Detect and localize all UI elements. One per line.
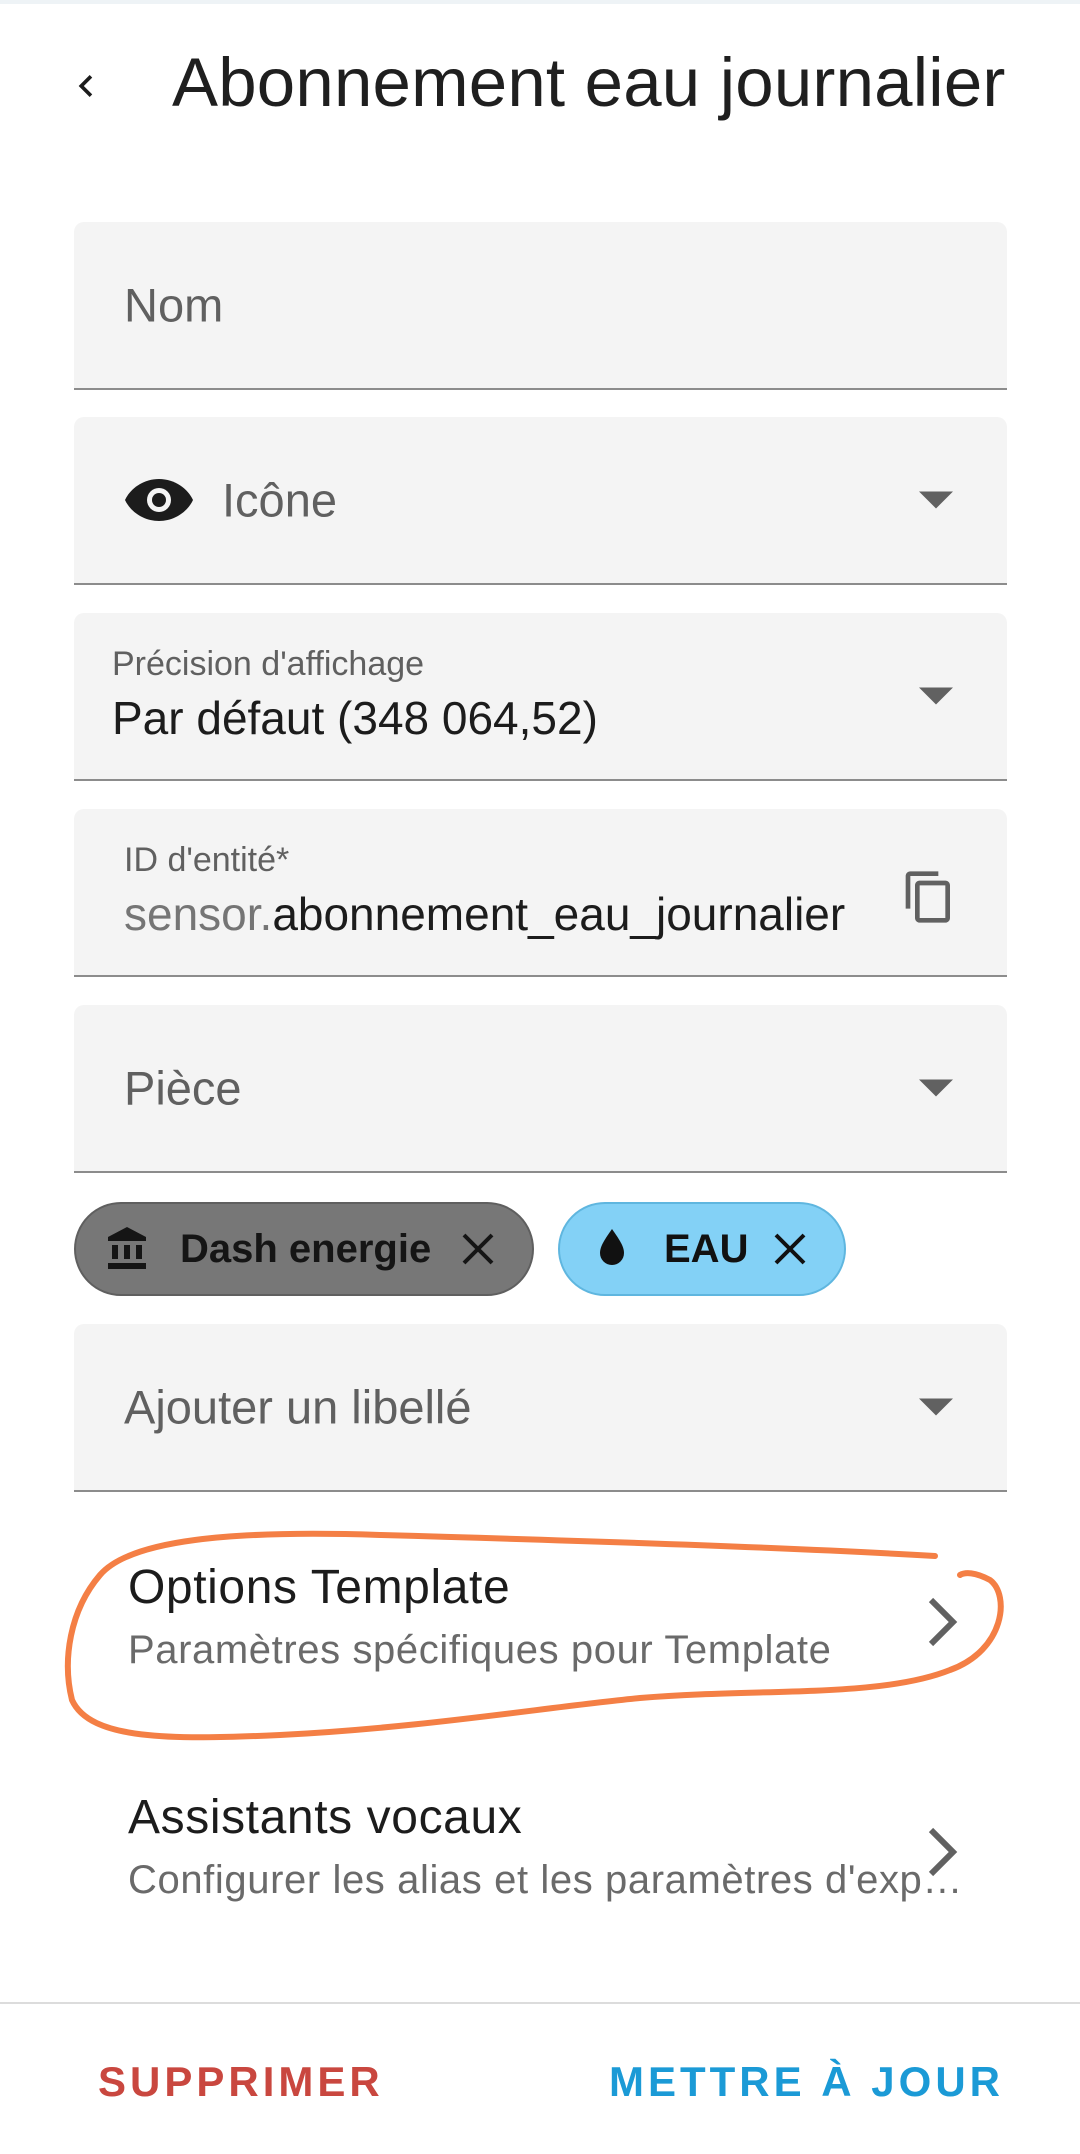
icon-picker-field[interactable]: Icône (74, 417, 1007, 585)
dropdown-arrow-icon (919, 1398, 953, 1416)
entity-id-prefix: sensor. (124, 888, 273, 940)
back-button[interactable] (58, 50, 114, 122)
dropdown-arrow-icon (919, 491, 953, 509)
copy-icon[interactable] (901, 865, 957, 929)
entity-id-value: abonnement_eau_journalier (272, 888, 846, 940)
page-title: Abonnement eau journalier (172, 44, 1006, 121)
voice-assistants-title: Assistants vocaux (128, 1791, 523, 1844)
chip-label: Dash energie (180, 1226, 432, 1271)
chevron-right-icon (928, 1597, 958, 1647)
chevron-left-icon (78, 75, 93, 97)
display-precision-select[interactable]: Précision d'affichage Par défaut (348 06… (74, 613, 1007, 781)
bank-icon (108, 1227, 146, 1269)
entity-id-field[interactable]: ID d'entité* sensor.abonnement_eau_journ… (74, 809, 1007, 977)
close-icon[interactable] (766, 1225, 814, 1273)
dropdown-arrow-icon (919, 1079, 953, 1097)
template-options-title: Options Template (128, 1561, 511, 1614)
add-label-select[interactable]: Ajouter un libellé (74, 1324, 1007, 1492)
footer-divider (0, 2002, 1080, 2004)
label-chip-eau[interactable]: EAU (558, 1202, 846, 1296)
chevron-right-icon (928, 1827, 958, 1877)
close-icon[interactable] (454, 1225, 502, 1273)
icon-placeholder: Icône (222, 473, 337, 527)
area-placeholder: Pièce (124, 1061, 242, 1115)
update-button[interactable]: METTRE À JOUR (609, 2058, 1004, 2106)
voice-assistants-subtitle: Configurer les alias et les paramètres d… (128, 1858, 968, 1902)
entity-id-label: ID d'entité* (124, 841, 290, 879)
add-label-placeholder: Ajouter un libellé (124, 1380, 472, 1434)
name-placeholder: Nom (124, 278, 224, 332)
app-header: Abonnement eau journalier (0, 0, 1080, 170)
area-select[interactable]: Pièce (74, 1005, 1007, 1173)
delete-button[interactable]: SUPPRIMER (98, 2058, 384, 2106)
water-drop-icon (600, 1229, 624, 1265)
chip-label: EAU (664, 1226, 749, 1271)
name-field[interactable]: Nom (74, 222, 1007, 390)
precision-value: Par défaut (348 064,52) (112, 692, 598, 744)
entity-id-input[interactable]: sensor.abonnement_eau_journalier (124, 887, 924, 941)
voice-assistants-item[interactable]: Assistants vocaux Configurer les alias e… (74, 1782, 1007, 1932)
label-chip-dash-energie[interactable]: Dash energie (74, 1202, 534, 1296)
template-options-subtitle: Paramètres spécifiques pour Template (128, 1628, 832, 1672)
dropdown-arrow-icon (919, 687, 953, 705)
template-options-item[interactable]: Options Template Paramètres spécifiques … (74, 1552, 1007, 1702)
precision-label: Précision d'affichage (112, 645, 425, 683)
eye-icon (125, 479, 193, 521)
